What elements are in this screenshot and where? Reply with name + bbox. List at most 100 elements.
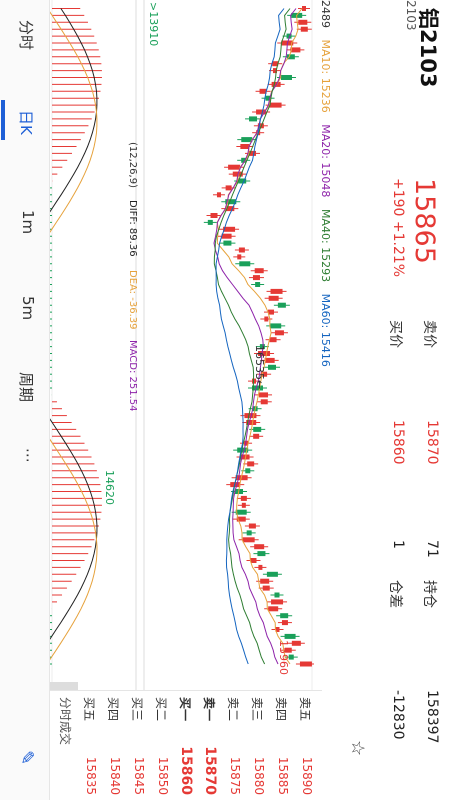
order-book-row: 卖二 15875 [220,691,246,800]
candle-body [280,75,292,80]
candle-body [246,530,252,536]
order-book-price: 15885 [276,756,290,795]
tab-daily-k[interactable]: 日K [16,110,37,135]
order-book-price: 15880 [252,756,266,795]
candle-body [221,233,232,239]
candle-body [245,468,251,474]
order-book-row: 卖四 15885 [268,691,294,800]
oi-change-value: -12830 [390,690,406,740]
candle-body [264,316,269,322]
candle-body [302,6,306,11]
candle-body [268,606,279,612]
order-book-label: 卖四 [274,697,288,722]
order-book-price: 15860 [178,746,194,795]
order-book-label: 买五 [82,697,96,722]
candle-body [268,295,279,301]
tab-5m[interactable]: 5m [19,296,37,320]
candle-body [237,254,242,260]
tab-1m[interactable]: 1m [19,210,37,234]
order-book-label: 买二 [154,697,168,722]
candle-body [242,537,255,543]
favorite-star-icon[interactable]: ☆ [347,740,368,756]
order-book-row: 买二 15850 [148,691,174,800]
candle-body [249,116,258,122]
candle-body [260,399,268,405]
ma-prefix: 2489 [319,0,332,28]
candle-body [269,337,277,343]
candle-body [266,571,278,577]
buy-price-value: 15860 [390,420,406,465]
contract-title: 铝2103 [416,8,440,88]
candle-body [299,661,312,667]
ma-legend: 2489 MA10: 15236 MA20: 15048 MA40: 15293… [316,0,332,375]
low-annotation: 14620 [103,470,116,505]
candle-body [291,640,301,646]
buy-volume: 1 [390,540,406,549]
last-annotation: 15960 [277,640,290,675]
order-book-row: 卖一 15870 [196,691,222,800]
candle-body [255,282,261,287]
tab-period[interactable]: 周期 [16,372,37,402]
candle-body [248,523,256,529]
edit-pencil-icon[interactable]: ✎ [16,750,37,765]
candle-body [258,564,263,570]
candle-body [262,585,270,591]
futures-quote-screen: 铝2103 2103 15865 +190 +1.21% 卖价 15870 买价… [0,0,450,800]
candle-body [254,268,264,274]
candle-body [270,323,282,329]
ma60-label: MA60: 15416 [319,293,332,367]
order-book-price: 15850 [156,756,170,795]
candle-body [253,433,260,439]
open-interest-label: 持仓 [421,580,437,608]
candle-body [228,164,241,170]
candle-body [268,364,277,370]
order-book-price: 15870 [202,746,218,795]
candle-body [240,144,250,149]
candle-body [271,599,284,605]
candle-body [239,261,251,267]
order-book-label: 买三 [130,697,144,722]
order-book-row: 买三 15845 [124,691,150,800]
candle-body [241,137,253,143]
contract-code: 2103 [404,0,418,31]
candle-body [216,192,221,198]
candle-body [207,219,213,225]
active-tab-indicator [1,100,5,140]
macd-value: MACD: 251.54 [127,340,138,412]
candle-body [300,26,308,32]
candle-body [225,185,232,191]
order-book-price: 15875 [228,756,242,795]
order-book-price: 15840 [108,756,122,795]
tab-timeshare[interactable]: 分时 [16,20,37,50]
candle-body [260,578,270,584]
order-book-price: 15890 [300,756,314,795]
candle-body [253,426,262,432]
order-book-row: 分时成交 [52,691,78,800]
order-book-price: 15835 [84,756,98,795]
candle-body [280,613,289,619]
candle-body [240,495,247,501]
candle-body [259,392,269,398]
high-annotation: 16535← [253,345,266,389]
candle-body [284,633,296,639]
candle-body [241,502,246,508]
candle-body [252,275,260,281]
last-price: 15865 [409,178,440,264]
tab-more[interactable]: ⋯ [19,448,37,463]
sell-price-label: 卖价 [421,320,437,348]
candle-body [254,544,265,550]
price-change: +190 +1.21% [390,178,406,278]
ma20-label: MA20: 15048 [319,124,332,198]
open-interest-value: 158397 [424,690,440,744]
candle-body [247,461,255,467]
order-book-row: 卖五 15890 [292,691,318,800]
order-book-price: 15845 [132,756,146,795]
candle-body [238,247,245,253]
order-book-label: 分时成交 [58,697,72,746]
left-mark-annotation: >13910 [147,2,160,46]
candle-body [210,213,218,218]
period-tabs: 分时 日K 1m 5m 周期 ⋯ ✎ [0,0,50,800]
order-book-row: 买五 15835 [76,691,102,800]
order-book-row: 买四 15840 [100,691,126,800]
ma40-label: MA40: 15293 [319,208,332,283]
